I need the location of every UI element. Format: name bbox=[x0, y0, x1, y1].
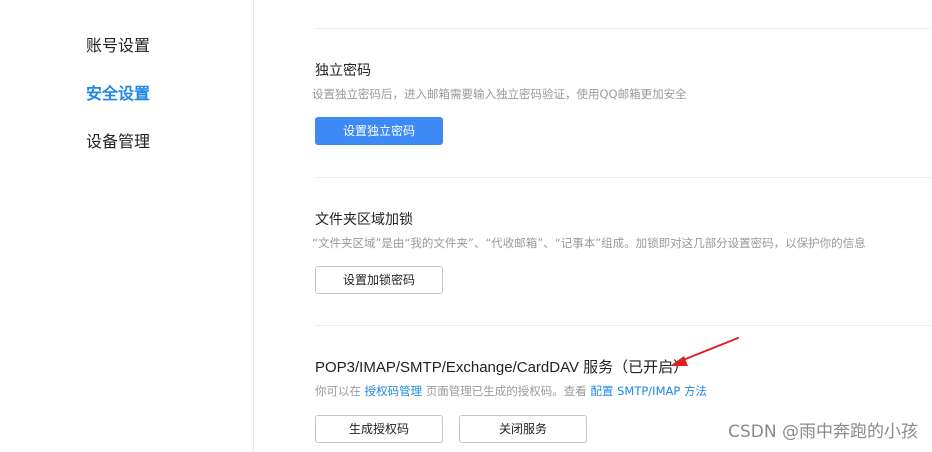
auth-code-management-link[interactable]: 授权码管理 bbox=[365, 384, 423, 398]
folder-lock-desc: “文件夹区域”是由“我的文件夹”、“代收邮箱”、“记事本”组成。加锁即对这几部分… bbox=[312, 236, 866, 250]
desc-prefix: 你可以在 bbox=[315, 384, 361, 398]
divider bbox=[315, 325, 932, 326]
set-independent-password-button[interactable]: 设置独立密码 bbox=[315, 117, 443, 145]
sidebar: 账号设置 安全设置 设备管理 bbox=[0, 0, 254, 452]
desc-middle: 页面管理已生成的授权码。查看 bbox=[425, 384, 587, 398]
close-service-button[interactable]: 关闭服务 bbox=[459, 415, 587, 443]
folder-lock-title: 文件夹区域加锁 bbox=[315, 212, 413, 228]
independent-password-desc: 设置独立密码后，进入邮箱需要输入独立密码验证，使用QQ邮箱更加安全 bbox=[312, 87, 687, 101]
pop3-service-title: POP3/IMAP/SMTP/Exchange/CardDAV 服务（已开启） bbox=[315, 359, 689, 376]
annotation-arrow-icon bbox=[670, 337, 739, 366]
main-content: 独立密码 设置独立密码后，进入邮箱需要输入独立密码验证，使用QQ邮箱更加安全 设… bbox=[254, 0, 932, 452]
divider bbox=[315, 177, 932, 178]
sidebar-item-security-settings[interactable]: 安全设置 bbox=[86, 84, 150, 104]
smtp-imap-config-link[interactable]: 配置 SMTP/IMAP 方法 bbox=[590, 384, 706, 398]
watermark: CSDN @雨中奔跑的小孩 bbox=[728, 422, 918, 442]
sidebar-item-device-management[interactable]: 设备管理 bbox=[86, 132, 150, 152]
pop3-service-desc: 你可以在 授权码管理 页面管理已生成的授权码。查看 配置 SMTP/IMAP 方… bbox=[315, 383, 707, 399]
generate-auth-code-button[interactable]: 生成授权码 bbox=[315, 415, 443, 443]
set-lock-password-button[interactable]: 设置加锁密码 bbox=[315, 266, 443, 294]
independent-password-title: 独立密码 bbox=[315, 63, 371, 79]
divider bbox=[315, 28, 932, 29]
sidebar-item-account-settings[interactable]: 账号设置 bbox=[86, 36, 150, 56]
